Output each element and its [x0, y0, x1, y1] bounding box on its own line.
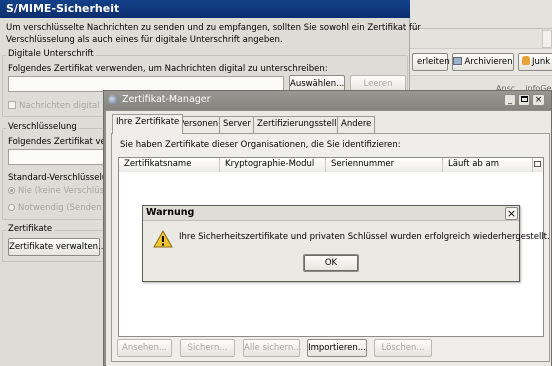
certificates-legend: Zertifikate [6, 224, 55, 234]
column-picker-icon [534, 161, 541, 167]
maximize-button[interactable] [518, 94, 530, 106]
junk-icon [522, 56, 530, 65]
window-close-button[interactable]: × [532, 94, 545, 106]
smime-intro-line2: Verschlüsselung als auch eines für digit… [6, 35, 283, 45]
warning-title-bar: Warnung × [143, 206, 519, 221]
warning-message: Ihre Sicherheitszertifikate und privaten… [179, 232, 550, 242]
minimize-button[interactable]: _ [504, 94, 516, 106]
manage-certificates-label: Zertifikate verwalten... [9, 242, 107, 252]
warning-close-icon: × [506, 207, 517, 220]
backup-button[interactable]: Sichern... [180, 339, 235, 357]
junk-label: Junk [532, 57, 551, 67]
radio-never-dot [8, 187, 15, 194]
column-crypto-module-label: Kryptographie-Modul [225, 159, 315, 169]
column-serial-number[interactable]: Seriennummer [326, 158, 443, 172]
forward-button[interactable]: erleiten [412, 53, 450, 71]
warning-close-button[interactable]: × [505, 207, 518, 220]
cert-manager-app-icon [108, 95, 118, 105]
default-encryption-label: Standard-Verschlüsselu [8, 173, 108, 183]
delete-label: Löschen... [381, 343, 425, 353]
cert-manager-title-bar: Zertifikat-Manager _ × [104, 91, 551, 110]
tabstrip-line [410, 28, 552, 29]
backup-label: Sichern... [187, 343, 228, 353]
smime-title-bar: S/MIME-Sicherheit [0, 0, 410, 18]
archive-icon [453, 57, 463, 65]
archive-button[interactable]: Archivieren [452, 53, 514, 71]
column-serial-number-label: Seriennummer [331, 159, 395, 169]
import-label: Importieren... [308, 343, 366, 353]
manage-certificates-button[interactable]: Zertifikate verwalten... [8, 238, 106, 256]
warning-icon [153, 230, 173, 248]
backup-all-label: Alle sichern... [244, 343, 302, 353]
column-expires-label: Läuft ab am [448, 159, 500, 169]
backup-all-button[interactable]: Alle sichern... [243, 339, 302, 357]
sign-checkbox-label: Nachrichten digital u [19, 101, 108, 111]
smime-intro-line1: Um verschlüsselte Nachrichten zu senden … [6, 23, 421, 33]
minimize-icon: _ [508, 95, 512, 104]
delete-button[interactable]: Löschen... [374, 339, 432, 357]
warning-ok-button[interactable]: OK [303, 254, 359, 272]
tab-others-label: Andere [341, 119, 372, 129]
column-cert-name-label: Zertifikatsname [124, 159, 192, 169]
warning-dialog: Warnung × Ihre Sicherheitszertifikate un… [142, 205, 550, 282]
column-cert-name[interactable]: Zertifikatsname [119, 158, 220, 172]
maximize-icon [520, 96, 528, 102]
view-button[interactable]: Ansehen... [117, 339, 172, 357]
view-label: Ansehen... [122, 343, 167, 353]
warning-title: Warnung [146, 207, 195, 218]
scrollbar-track[interactable] [542, 30, 552, 48]
tab-authorities-label: Zertifizierungsstellen [257, 119, 348, 129]
cert-description: Sie haben Zertifikate dieser Organisatio… [120, 140, 401, 150]
tab-servers[interactable]: Server [219, 116, 255, 133]
tab-your-certificates-label: Ihre Zertifikate [116, 117, 180, 127]
import-button[interactable]: Importieren... [307, 339, 367, 357]
cert-manager-title: Zertifikat-Manager [122, 94, 211, 105]
archive-label: Archivieren [464, 57, 513, 67]
column-expires[interactable]: Läuft ab am [443, 158, 533, 172]
radio-never[interactable]: Nie (keine Verschlüsse [8, 186, 114, 196]
tab-others[interactable]: Andere [337, 116, 376, 133]
column-picker[interactable] [533, 158, 543, 172]
window-close-icon: × [534, 95, 543, 105]
encryption-legend: Verschlüsselung [6, 122, 79, 132]
forward-label: erleiten [417, 57, 450, 67]
sign-checkbox-box [8, 101, 16, 109]
warning-ok-label: OK [324, 258, 338, 268]
column-crypto-module[interactable]: Kryptographie-Modul [220, 158, 326, 172]
tab-people-label: Personen [179, 119, 219, 129]
radio-required-dot [8, 204, 15, 211]
junk-button[interactable]: Junk [518, 53, 552, 71]
encryption-label: Folgendes Zertifikat verw [8, 137, 117, 147]
clear-certificate-label: Leeren [363, 79, 393, 89]
select-certificate-label: Auswählen... [290, 79, 345, 89]
radio-never-label: Nie (keine Verschlüsse [18, 186, 114, 196]
tab-servers-label: Server [223, 119, 251, 129]
signing-legend: Digitale Unterschrift [6, 49, 96, 59]
signing-label: Folgendes Zertifikat verwenden, um Nachr… [8, 64, 328, 74]
radio-required[interactable]: Notwendig (Senden [8, 203, 102, 213]
sign-messages-checkbox[interactable]: Nachrichten digital u [8, 101, 108, 111]
smime-title: S/MIME-Sicherheit [6, 2, 120, 15]
tab-your-certificates[interactable]: Ihre Zertifikate [112, 114, 184, 134]
radio-required-label: Notwendig (Senden [18, 203, 102, 213]
